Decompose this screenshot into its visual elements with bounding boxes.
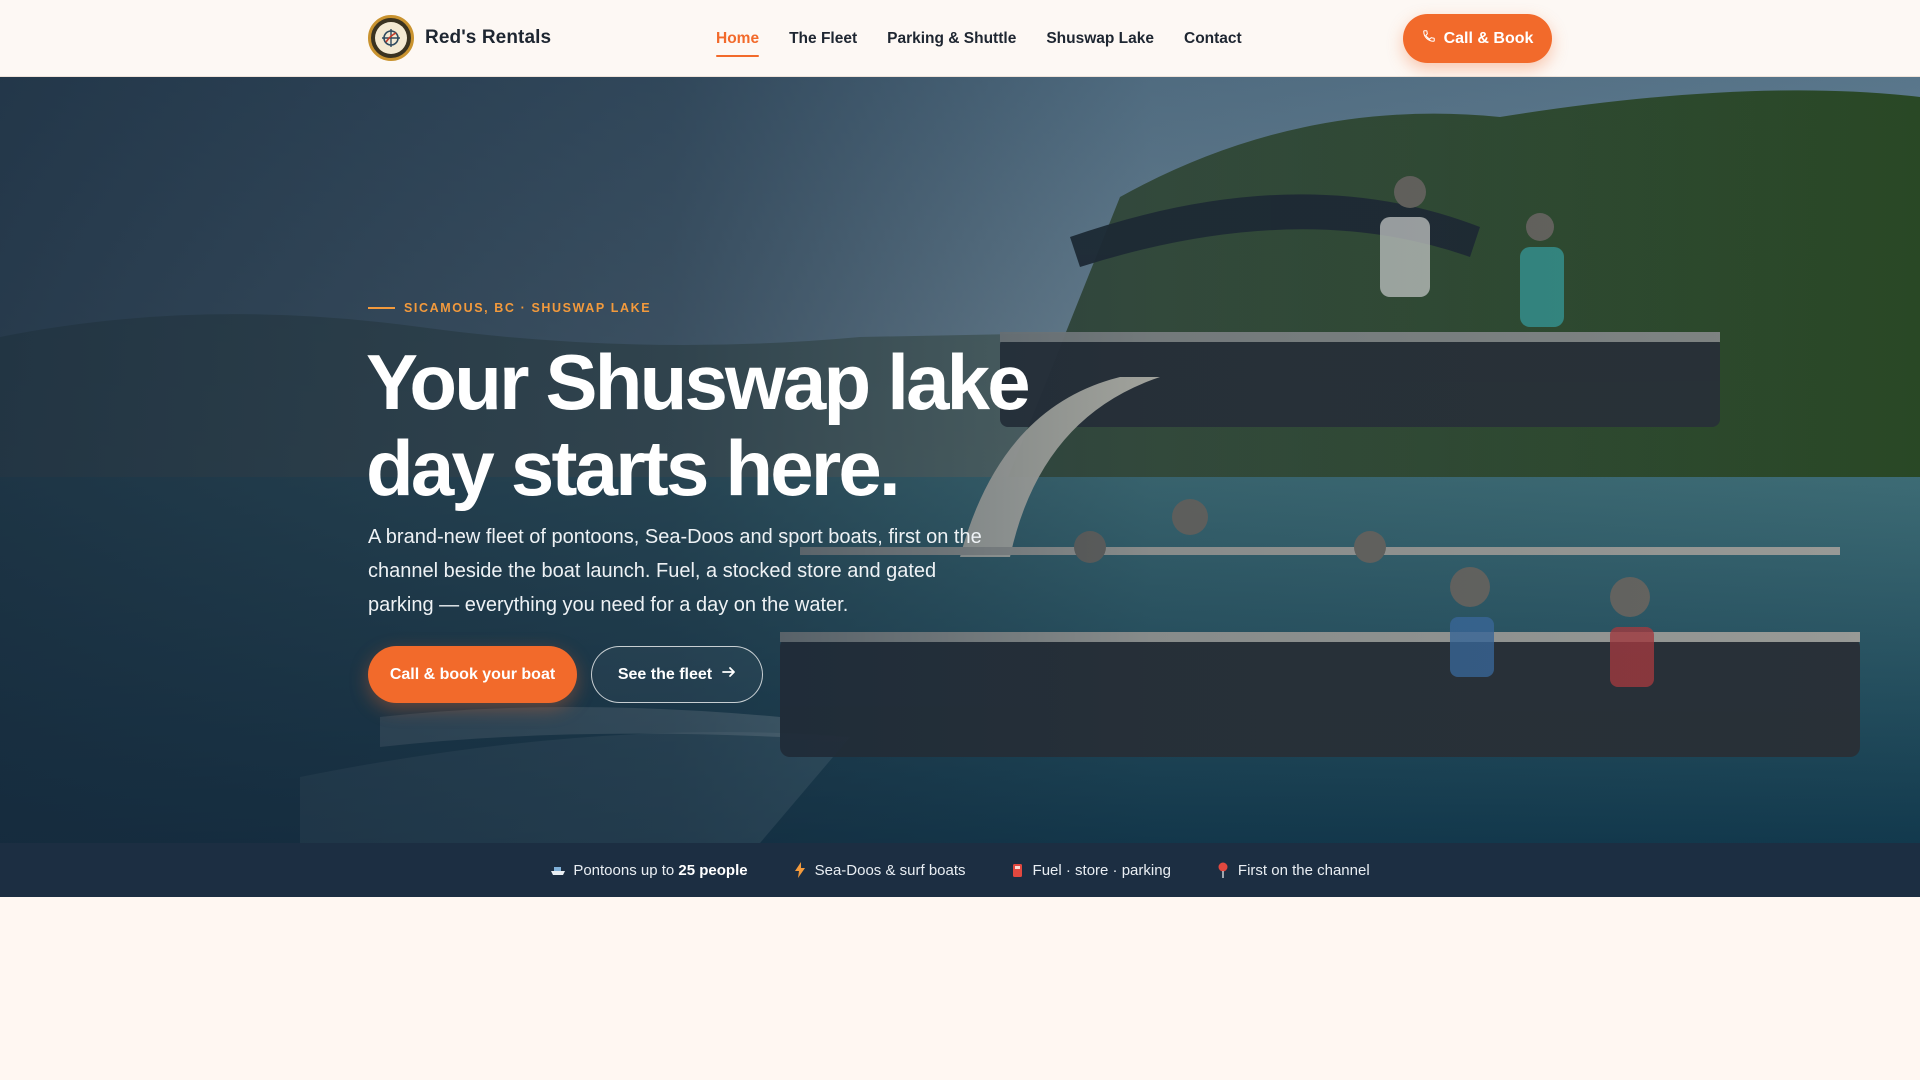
feature-fuel: Fuel · store · parking	[1010, 862, 1171, 879]
arrow-right-icon	[722, 665, 736, 684]
see-fleet-button[interactable]: See the fleet	[591, 646, 763, 703]
hero-section: SICAMOUS, BC · SHUSWAP LAKE Your Shuswap…	[0, 77, 1920, 843]
nav-shuswap-lake[interactable]: Shuswap Lake	[1046, 24, 1154, 54]
main-nav: Home The Fleet Parking & Shuttle Shuswap…	[716, 0, 1242, 77]
ship-wheel-logo-icon	[368, 15, 414, 61]
eyebrow-text: SICAMOUS, BC · SHUSWAP LAKE	[404, 301, 652, 315]
nav-home[interactable]: Home	[716, 24, 760, 57]
page-below-fold	[0, 897, 1920, 1080]
hero-eyebrow: SICAMOUS, BC · SHUSWAP LAKE	[368, 301, 651, 315]
hero-headline: Your Shuswap lake day starts here.	[366, 338, 1031, 512]
call-book-boat-button[interactable]: Call & book your boat	[368, 646, 577, 703]
feature-channel: First on the channel	[1215, 862, 1370, 879]
see-fleet-label: See the fleet	[617, 665, 713, 683]
phone-icon	[1422, 29, 1436, 48]
lightning-icon	[792, 862, 808, 878]
hero-subtext: A brand-new fleet of pontoons, Sea-Doos …	[368, 526, 982, 616]
feature-pontoons-bold: 25 people	[678, 861, 748, 879]
feature-pontoons-text: Pontoons up to	[573, 861, 679, 879]
feature-seadoos-text: Sea-Doos & surf boats	[814, 861, 966, 879]
feature-seadoos: Sea-Doos & surf boats	[792, 862, 966, 879]
call-book-label: Call & Book	[1443, 29, 1534, 47]
fuel-icon	[1010, 862, 1026, 878]
nav-parking-shuttle[interactable]: Parking & Shuttle	[887, 24, 1016, 54]
eyebrow-line	[368, 307, 395, 309]
brand-name: Red's Rentals	[425, 27, 552, 48]
feature-fuel-text: Fuel · store · parking	[1032, 861, 1171, 879]
call-book-button[interactable]: Call & Book	[1403, 14, 1552, 63]
site-header: Red's Rentals Home The Fleet Parking & S…	[0, 0, 1920, 77]
nav-the-fleet[interactable]: The Fleet	[789, 24, 857, 54]
features-strip: Pontoons up to 25 people Sea-Doos & surf…	[0, 843, 1920, 897]
pin-icon	[1215, 862, 1231, 878]
feature-pontoons: Pontoons up to 25 people	[550, 861, 748, 879]
nav-contact[interactable]: Contact	[1184, 24, 1242, 54]
feature-channel-text: First on the channel	[1237, 861, 1370, 879]
boat-icon	[550, 862, 566, 878]
brand[interactable]: Red's Rentals	[368, 15, 551, 61]
